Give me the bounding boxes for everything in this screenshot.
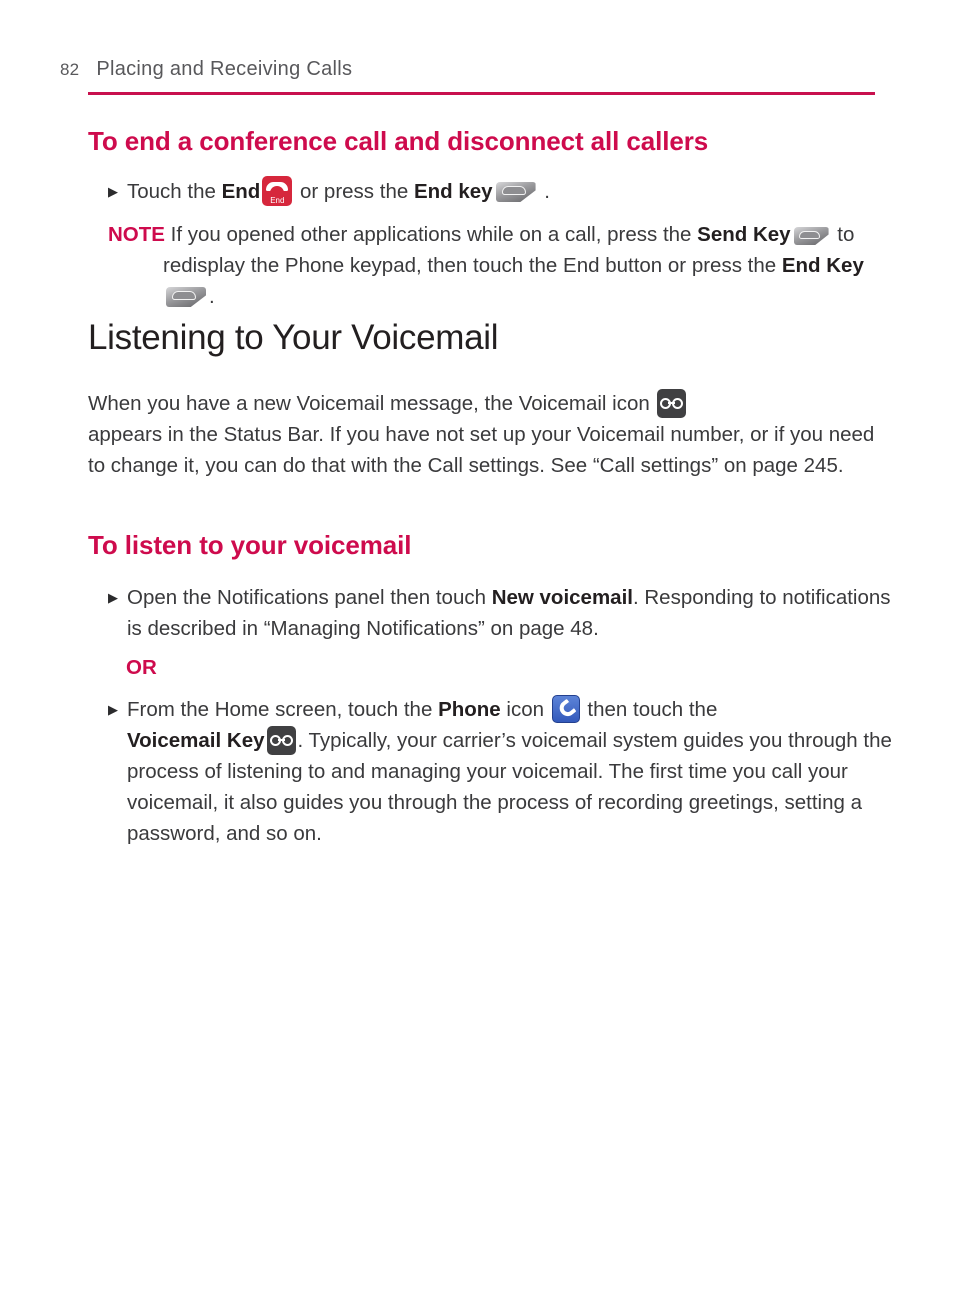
note-bold-send-key: Send Key [697, 223, 791, 246]
end-hardware-key-icon [166, 287, 206, 307]
tape-glyph [660, 398, 684, 409]
bullet2-part3: then touch the [581, 698, 718, 721]
bullet2-part2: icon [500, 698, 550, 721]
bullet-end-call-bold-endkey: End key [413, 180, 493, 203]
or-separator-label: OR [126, 656, 157, 679]
note-line-3: . [108, 281, 898, 312]
key-cap [501, 186, 526, 195]
heading-to-listen-to-voicemail: To listen to your voicemail [88, 530, 412, 560]
manual-page: 82 Placing and Receiving Calls To end a … [0, 0, 954, 1291]
tape-reel-right [281, 735, 293, 746]
note-line-1: NOTE If you opened other applications wh… [108, 219, 898, 250]
note-text-3: redisplay the Phone keypad, then touch t… [163, 254, 782, 277]
bullet-end-call-text: Touch the End End or press the End key . [127, 176, 898, 207]
end-call-button-icon: End [262, 176, 293, 206]
note-block: NOTE If you opened other applications wh… [108, 219, 898, 312]
bullet-end-call-part3: . [538, 180, 550, 203]
bullet-notifications-panel: ▶ Open the Notifications panel then touc… [108, 582, 898, 644]
bullet-home-screen-phone: ▶ From the Home screen, touch the Phone … [108, 694, 898, 849]
key-cap [172, 291, 196, 300]
tape-glyph [269, 735, 293, 746]
handset-glyph [559, 701, 575, 718]
bullet-notifications-text: Open the Notifications panel then touch … [127, 582, 898, 644]
bullet-home-screen-text: From the Home screen, touch the Phone ic… [127, 694, 898, 849]
intro-part-1: When you have a new Voicemail message, t… [88, 392, 656, 415]
note-text-4: . [209, 285, 215, 308]
note-bold-end-key: End Key [781, 254, 864, 277]
voicemail-tape-icon [266, 726, 296, 755]
bullet1-bold-new-voicemail: New voicemail [491, 586, 633, 609]
voicemail-tape-icon [657, 389, 687, 418]
note-text-2: to [831, 223, 855, 246]
bullet-end-call-part1: Touch the [127, 180, 222, 203]
paragraph-voicemail-intro: When you have a new Voicemail message, t… [88, 388, 888, 481]
bullet2-bold-voicemail-key: Voicemail Key [127, 729, 265, 752]
bullet2-bold-phone: Phone [438, 698, 501, 721]
bullet-end-call: ▶ Touch the End End or press the End key … [108, 176, 898, 207]
end-hardware-key-icon [495, 182, 536, 202]
header-rule [88, 92, 875, 95]
bullet-marker-icon: ▶ [108, 702, 118, 717]
end-button-label: End [270, 196, 285, 205]
bullet-end-call-bold-end: End [221, 180, 261, 203]
bullet-marker-icon: ▶ [108, 590, 118, 605]
send-hardware-key-icon [793, 227, 829, 245]
note-label: NOTE [108, 223, 165, 246]
bullet1-part1: Open the Notifications panel then touch [127, 586, 492, 609]
handset-glyph [266, 182, 289, 194]
bullet-end-call-part2: or press the [294, 180, 414, 203]
note-line-2: redisplay the Phone keypad, then touch t… [108, 250, 898, 281]
bullet2-part1: From the Home screen, touch the [127, 698, 439, 721]
heading-listening-to-voicemail: Listening to Your Voicemail [88, 318, 499, 357]
note-text-1: If you opened other applications while o… [164, 223, 698, 246]
running-header: 82 Placing and Receiving Calls [60, 58, 890, 81]
page-number: 82 [60, 60, 80, 79]
heading-end-conference-call: To end a conference call and disconnect … [88, 126, 709, 156]
running-header-title: Placing and Receiving Calls [96, 58, 353, 80]
tape-reel-right [672, 398, 684, 409]
intro-part-2: appears in the Status Bar. If you have n… [88, 423, 875, 477]
phone-app-icon [551, 695, 580, 723]
key-cap [798, 230, 820, 239]
bullet-marker-icon: ▶ [108, 184, 118, 199]
